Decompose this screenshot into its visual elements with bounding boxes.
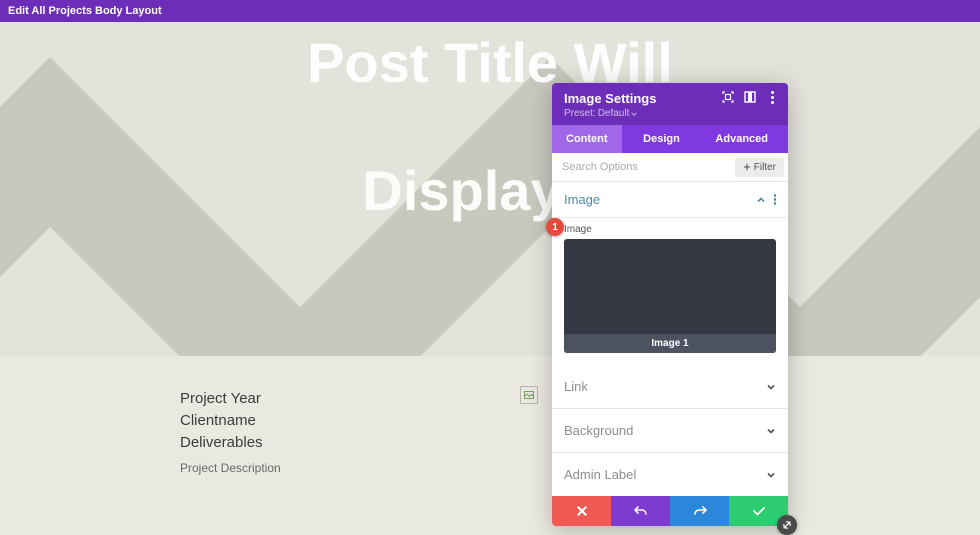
section-admin-title: Admin Label [564, 467, 636, 482]
meta-client: Clientname [180, 410, 360, 432]
image-preview-caption: Image 1 [564, 334, 776, 353]
plus-icon [743, 163, 751, 171]
annotation-number: 1 [552, 222, 558, 233]
meta-year: Project Year [180, 388, 360, 410]
top-bar: Edit All Projects Body Layout [0, 0, 980, 22]
broken-image-icon [520, 386, 538, 404]
snap-icon[interactable] [744, 91, 756, 103]
top-bar-title: Edit All Projects Body Layout [8, 5, 162, 17]
undo-button[interactable] [611, 496, 670, 526]
section-image-header[interactable]: Image [552, 182, 788, 218]
section-background-title: Background [564, 423, 633, 438]
panel-header[interactable]: Image Settings Preset: Default [552, 83, 788, 125]
expand-icon[interactable] [722, 91, 734, 103]
filter-button[interactable]: Filter [735, 158, 784, 177]
section-image-menu[interactable] [774, 194, 777, 205]
image-field-label: Image [564, 224, 776, 235]
image-preview[interactable]: Image 1 [564, 239, 776, 353]
section-link-title: Link [564, 379, 588, 394]
chevron-down-icon [766, 470, 776, 480]
meta-deliverables: Deliverables [180, 432, 360, 454]
section-image-title: Image [564, 192, 600, 207]
redo-icon [693, 505, 707, 517]
panel-footer [552, 496, 788, 526]
check-icon [752, 505, 766, 517]
chevron-down-icon [766, 426, 776, 436]
caret-down-icon [631, 111, 637, 117]
meta-description: Project Description [180, 461, 360, 475]
search-row: Filter [552, 153, 788, 182]
image-preview-canvas [564, 239, 776, 334]
tab-content[interactable]: Content [552, 125, 622, 153]
close-icon [576, 505, 588, 517]
settings-panel[interactable]: Image Settings Preset: Default Content D… [552, 83, 788, 526]
content-area: Project Year Clientname Deliverables Pro… [0, 356, 980, 475]
panel-preset[interactable]: Preset: Default [564, 108, 776, 119]
filter-label: Filter [754, 162, 776, 173]
annotation-badge-1: 1 [546, 218, 564, 236]
post-title-line-1: Post Title Will [0, 30, 980, 95]
hero: Post Title Will Display H [0, 22, 980, 356]
section-link-header[interactable]: Link [552, 365, 788, 409]
resize-icon [780, 518, 794, 532]
preset-value: Default [598, 108, 630, 119]
section-background-header[interactable]: Background [552, 409, 788, 453]
post-title-line-2: Display H [0, 158, 980, 223]
section-image-body: Image Image 1 [552, 218, 788, 365]
panel-menu-button[interactable] [766, 91, 778, 103]
tab-advanced[interactable]: Advanced [701, 125, 788, 153]
project-meta: Project Year Clientname Deliverables Pro… [180, 388, 360, 475]
tab-design[interactable]: Design [622, 125, 702, 153]
preset-label: Preset: [564, 108, 596, 119]
chevron-down-icon [766, 382, 776, 392]
resize-handle[interactable] [777, 515, 797, 535]
search-input[interactable] [552, 153, 731, 181]
chevron-up-icon [756, 195, 766, 205]
redo-button[interactable] [670, 496, 729, 526]
panel-tabs: Content Design Advanced [552, 125, 788, 153]
undo-icon [634, 505, 648, 517]
section-admin-header[interactable]: Admin Label [552, 453, 788, 496]
cancel-button[interactable] [552, 496, 611, 526]
vertical-dots-icon [771, 91, 774, 104]
